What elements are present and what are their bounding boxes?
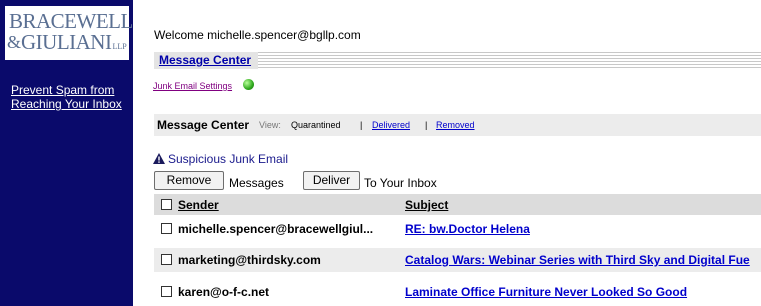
view-separator: | — [425, 120, 428, 130]
row-subject-link[interactable]: RE: bw.Doctor Helena — [405, 222, 530, 236]
logo-line-2-text: GIULIANI — [21, 30, 112, 54]
view-delivered-link[interactable]: Delivered — [372, 120, 410, 130]
message-center-tab[interactable]: Message Center — [154, 52, 259, 69]
table-header: Sender Subject — [154, 194, 761, 215]
left-sidebar: BRACEWELL & GIULIANILLP Prevent Spam fro… — [0, 0, 133, 306]
row-checkbox[interactable] — [161, 286, 172, 297]
junk-email-settings-link[interactable]: Junk Email Settings — [153, 81, 232, 91]
message-center-bar: Message Center — [154, 52, 761, 69]
row-sender: marketing@thirdsky.com — [178, 253, 321, 267]
table-row: marketing@thirdsky.com Catalog Wars: Web… — [154, 248, 761, 272]
logo-llp: LLP — [112, 42, 127, 51]
row-sender: michelle.spencer@bracewellgiul... — [178, 222, 374, 236]
view-bar: Message Center View: Quarantined | Deliv… — [154, 114, 761, 136]
company-logo[interactable]: BRACEWELL & GIULIANILLP — [5, 6, 133, 60]
logo-ampersand: & — [7, 32, 22, 52]
deliver-button[interactable]: Deliver — [303, 171, 360, 190]
view-label: View: — [259, 120, 281, 130]
subject-column-header[interactable]: Subject — [405, 198, 448, 212]
messages-label: Messages — [229, 176, 284, 190]
logo-line-2: GIULIANILLP — [21, 30, 127, 55]
table-row: karen@o-f-c.net Laminate Office Furnitur… — [154, 280, 761, 304]
warning-icon — [153, 153, 165, 164]
view-removed-link[interactable]: Removed — [436, 120, 475, 130]
to-inbox-label: To Your Inbox — [364, 176, 437, 190]
status-green-icon — [243, 79, 254, 90]
section-title: Suspicious Junk Email — [168, 152, 289, 166]
table-row: michelle.spencer@bracewellgiul... RE: bw… — [154, 217, 761, 241]
row-subject-link[interactable]: Laminate Office Furniture Never Looked S… — [405, 285, 687, 299]
welcome-text: Welcome michelle.spencer@bgllp.com — [154, 28, 361, 42]
sender-column-header[interactable]: Sender — [178, 198, 219, 212]
view-quarantined: Quarantined — [291, 120, 341, 130]
row-subject-link[interactable]: Catalog Wars: Webinar Series with Third … — [405, 253, 750, 267]
remove-button[interactable]: Remove — [154, 171, 224, 190]
prevent-spam-link[interactable]: Prevent Spam from Reaching Your Inbox — [11, 83, 129, 111]
view-separator: | — [360, 120, 363, 130]
row-checkbox[interactable] — [161, 223, 172, 234]
view-bar-title: Message Center — [157, 118, 250, 132]
row-sender: karen@o-f-c.net — [178, 285, 270, 299]
row-checkbox[interactable] — [161, 254, 172, 265]
select-all-checkbox[interactable] — [161, 199, 172, 210]
